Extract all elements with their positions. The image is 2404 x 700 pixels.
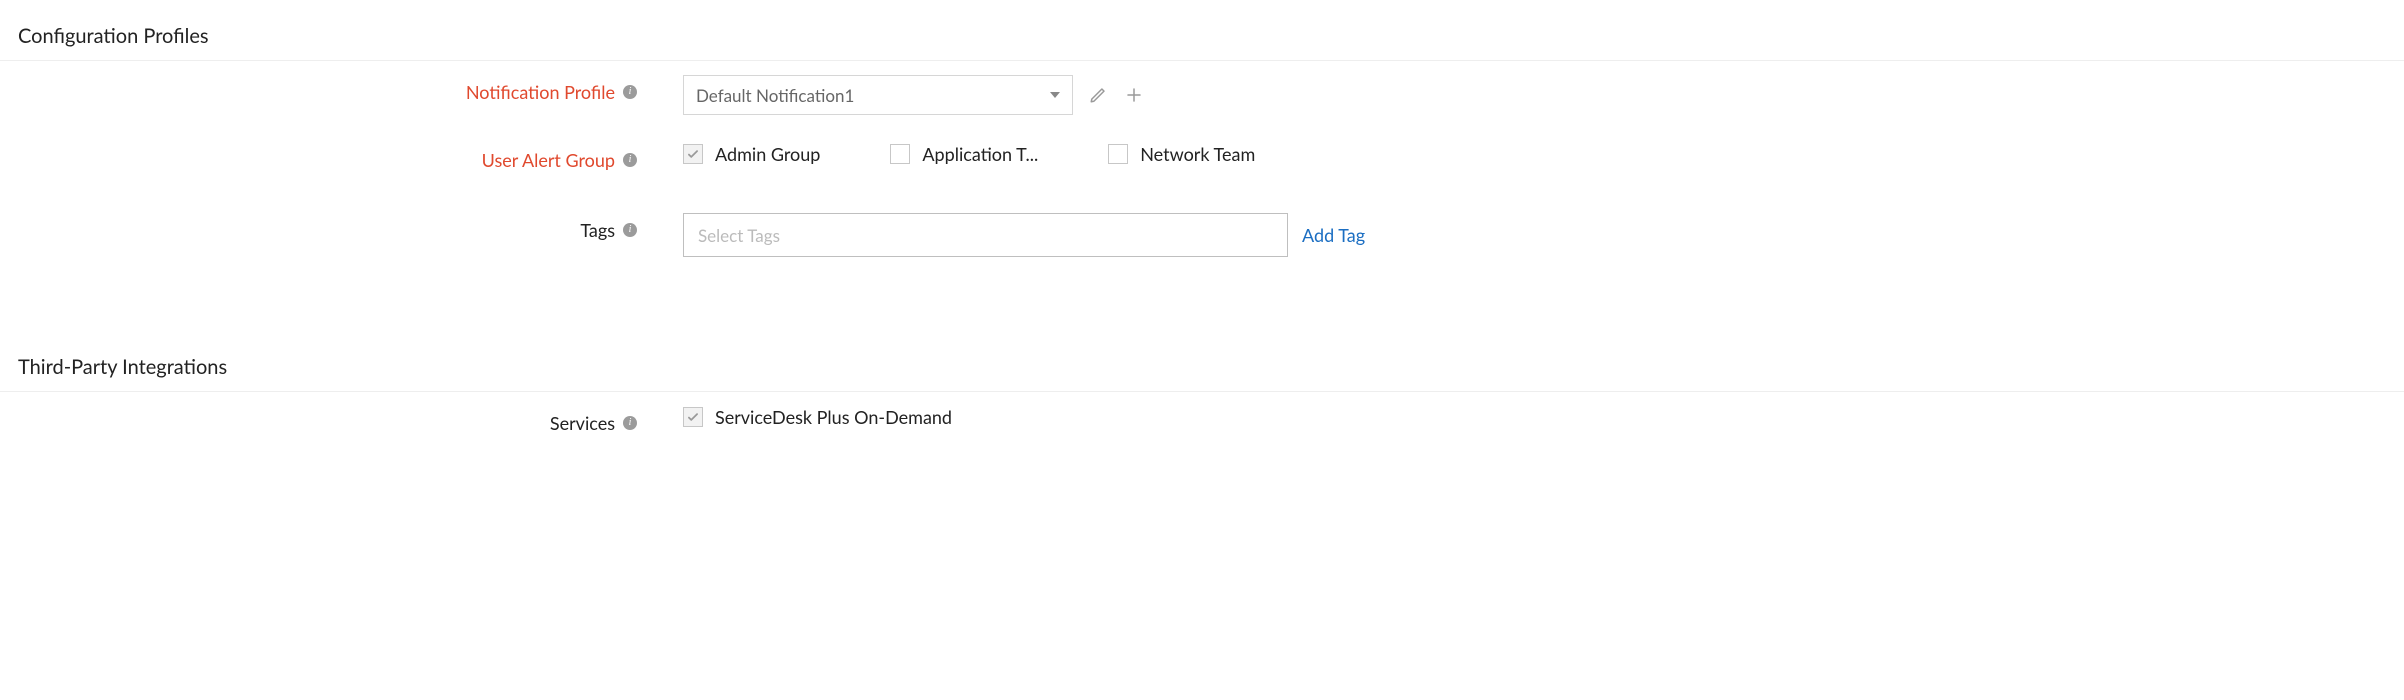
select-value: Default Notification1 (696, 85, 854, 106)
checkbox-label: Application T... (922, 143, 1038, 165)
tags-input[interactable]: Select Tags (683, 213, 1288, 257)
checkbox[interactable] (890, 144, 910, 164)
info-icon[interactable]: i (623, 416, 637, 430)
checkbox-label: ServiceDesk Plus On-Demand (715, 406, 952, 428)
checkbox-label: Admin Group (715, 143, 820, 165)
checkbox[interactable] (683, 144, 703, 164)
label-notification-profile: Notification Profile i (0, 75, 645, 103)
pencil-icon (1089, 86, 1107, 104)
plus-icon (1125, 86, 1143, 104)
edit-button[interactable] (1087, 84, 1109, 106)
chevron-down-icon (1050, 92, 1060, 98)
check-icon (686, 410, 700, 424)
label-services: Services i (0, 406, 645, 434)
add-tag-link[interactable]: Add Tag (1302, 224, 1365, 246)
row-user-alert-group: User Alert Group i Admin Group Applicati… (0, 129, 2404, 185)
checkbox-label: Network Team (1140, 143, 1255, 165)
label-text: User Alert Group (482, 149, 615, 171)
add-button[interactable] (1123, 84, 1145, 106)
info-icon[interactable]: i (623, 85, 637, 99)
services-options: ServiceDesk Plus On-Demand (683, 406, 952, 428)
notification-profile-select[interactable]: Default Notification1 (683, 75, 1073, 115)
checkbox-item[interactable]: Network Team (1108, 143, 1255, 165)
label-text: Tags (580, 219, 615, 241)
checkbox[interactable] (1108, 144, 1128, 164)
checkbox-item[interactable]: ServiceDesk Plus On-Demand (683, 406, 952, 428)
row-services: Services i ServiceDesk Plus On-Demand (0, 392, 2404, 448)
label-text: Services (550, 412, 615, 434)
user-alert-group-options: Admin Group Application T... Network Tea… (683, 143, 1255, 165)
info-icon[interactable]: i (623, 153, 637, 167)
tags-placeholder: Select Tags (698, 225, 780, 246)
checkbox-item[interactable]: Application T... (890, 143, 1038, 165)
row-notification-profile: Notification Profile i Default Notificat… (0, 61, 2404, 129)
info-icon[interactable]: i (623, 223, 637, 237)
check-icon (686, 147, 700, 161)
checkbox-item[interactable]: Admin Group (683, 143, 820, 165)
section-title-config: Configuration Profiles (0, 0, 2404, 61)
section-title-third-party: Third-Party Integrations (0, 331, 2404, 392)
checkbox[interactable] (683, 407, 703, 427)
row-tags: Tags i Select Tags Add Tag (0, 185, 2404, 271)
label-user-alert-group: User Alert Group i (0, 143, 645, 171)
label-tags: Tags i (0, 213, 645, 241)
label-text: Notification Profile (466, 81, 615, 103)
